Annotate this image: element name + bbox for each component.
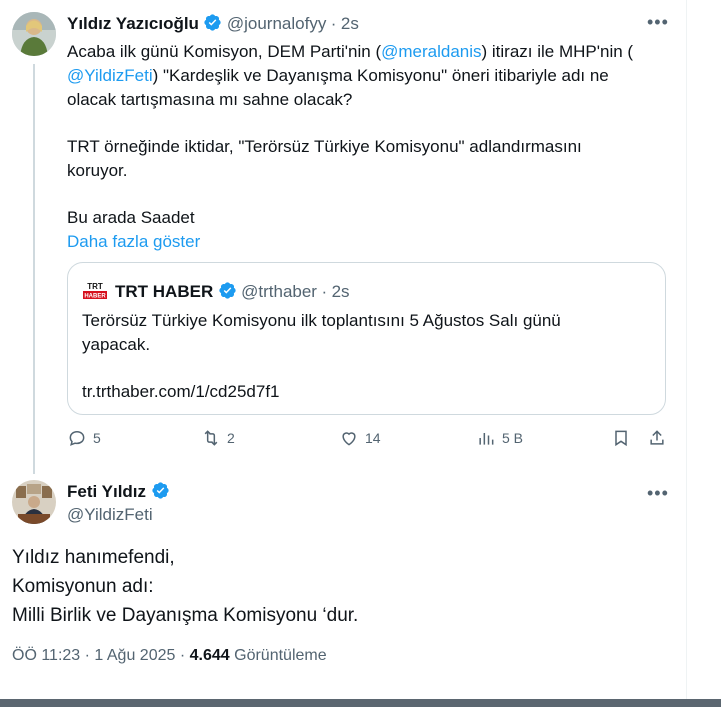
- tweet1-header: Yıldız Yazıcıoğlu @journalofyy · 2s: [67, 13, 359, 37]
- tweet-time[interactable]: ÖÖ 11:23: [12, 647, 80, 664]
- trt-logo: TRT HABER: [83, 281, 107, 301]
- tweet1-body: Acaba ilk günü Komisyon, DEM Parti'nin (…: [67, 40, 677, 254]
- retweet-button[interactable]: 2: [201, 428, 235, 448]
- quote-header: TRT HABER @trthaber · 2s: [115, 281, 350, 305]
- mention-yildizfeti[interactable]: @YildizFeti: [67, 66, 153, 85]
- tweet-time[interactable]: 2s: [341, 14, 359, 33]
- tweet2-body: Yıldız hanımefendi, Komisyonun adı: Mill…: [12, 543, 358, 630]
- separator-dot: ·: [84, 647, 90, 664]
- tweet2-line2: Komisyonun adı:: [12, 576, 154, 597]
- tweet1-para3: Bu arada Saadet: [67, 208, 195, 227]
- view-label: Görüntüleme: [234, 647, 327, 664]
- tweet1-line1: Acaba ilk günü Komisyon, DEM Parti'nin (…: [67, 40, 677, 64]
- reply-icon: [69, 430, 85, 446]
- quote-handle: @trthaber: [241, 282, 317, 301]
- tweet1-line2: @YildizFeti) "Kardeşlik ve Dayanışma Kom…: [67, 64, 677, 88]
- tweet2-line1: Yıldız hanımefendi,: [12, 547, 175, 568]
- avatar-yildiz-yazicioglu[interactable]: [12, 12, 56, 56]
- tweet2-line3: Milli Birlik ve Dayanışma Komisyonu ‘dur…: [12, 605, 359, 626]
- verified-badge-icon: [203, 13, 222, 37]
- views-count: 5 B: [502, 430, 524, 446]
- author-name[interactable]: Yıldız Yazıcıoğlu: [67, 14, 199, 33]
- view-count: 4.644: [189, 647, 230, 664]
- avatar-feti-yildiz[interactable]: [12, 480, 56, 524]
- bottom-divider-bar: [0, 699, 721, 707]
- svg-text:HABER: HABER: [84, 294, 106, 300]
- retweet-count: 2: [227, 430, 235, 446]
- like-count: 14: [365, 430, 381, 446]
- text-segment: ) "Kardeşlik ve Dayanışma Komisyonu" öne…: [152, 66, 609, 85]
- heart-icon: [342, 432, 356, 446]
- thread-connector-line: [33, 64, 35, 474]
- author-handle[interactable]: @journalofyy: [227, 14, 326, 33]
- author-handle[interactable]: @YildizFeti: [67, 505, 153, 525]
- verified-badge-icon: [218, 281, 237, 305]
- quote-body: Terörsüz Türkiye Komisyonu ilk toplantıs…: [82, 309, 561, 404]
- tweet1-line3: olacak tartışmasına mı sahne olacak?: [67, 90, 353, 109]
- separator-dot: ·: [321, 282, 328, 301]
- analytics-bars-icon: [479, 433, 494, 445]
- reply-button[interactable]: 5: [67, 428, 101, 448]
- more-options-ellipsis-icon[interactable]: •••: [647, 483, 669, 504]
- tweet1-para2-line1: TRT örneğinde iktidar, "Terörsüz Türkiye…: [67, 137, 582, 156]
- tweet1-para2-line2: koruyor.: [67, 161, 128, 180]
- tweet2-meta: ÖÖ 11:23 · 1 Ağu 2025 · 4.644 Görüntülem…: [12, 647, 327, 665]
- share-button[interactable]: [647, 428, 667, 448]
- retweet-icon: [204, 430, 218, 446]
- more-options-ellipsis-icon[interactable]: •••: [647, 12, 669, 33]
- bookmark-button[interactable]: [611, 428, 631, 448]
- quote-author-name[interactable]: TRT HABER: [115, 282, 213, 301]
- svg-text:TRT: TRT: [87, 282, 103, 291]
- like-button[interactable]: 14: [339, 428, 381, 448]
- author-name[interactable]: Feti Yıldız: [67, 482, 146, 501]
- bookmark-icon: [615, 430, 627, 447]
- show-more-link[interactable]: Daha fazla göster: [67, 230, 677, 254]
- tweet2-author: Feti Yıldız: [67, 481, 170, 505]
- quote-time: 2s: [331, 282, 350, 301]
- tweet-date[interactable]: 1 Ağu 2025: [94, 647, 175, 664]
- share-icon: [650, 430, 664, 445]
- mention-meraldanis[interactable]: @meraldanis: [381, 42, 481, 61]
- quote-line1: Terörsüz Türkiye Komisyonu ilk toplantıs…: [82, 311, 561, 330]
- verified-badge-icon: [151, 481, 170, 505]
- quote-line2: yapacak.: [82, 335, 151, 354]
- quote-url: tr.trthaber.com/1/cd25d7f1: [82, 382, 280, 401]
- views-button[interactable]: 5 B: [476, 428, 523, 448]
- separator-dot: ·: [330, 14, 337, 33]
- separator-dot: ·: [179, 647, 186, 664]
- text-segment: Acaba ilk günü Komisyon, DEM Parti'nin (: [67, 42, 382, 61]
- column-border: [686, 0, 687, 707]
- text-segment: ) itirazı ile MHP'nin (: [481, 42, 634, 61]
- quoted-tweet-card[interactable]: TRT HABER TRT HABER @trthaber · 2s Terör…: [67, 262, 666, 415]
- tweet1-action-bar: 5 2 14 5 B: [67, 428, 671, 454]
- reply-count: 5: [93, 430, 101, 446]
